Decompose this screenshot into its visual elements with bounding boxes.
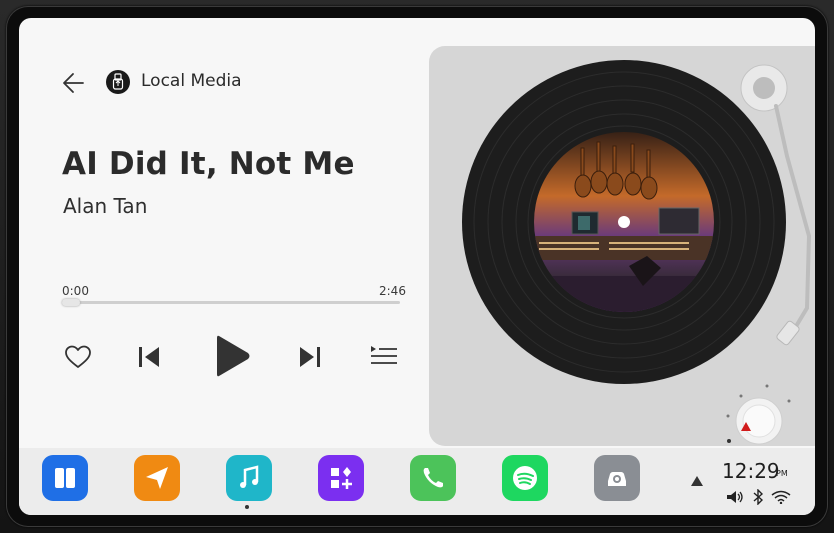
screen: Local Media AI Did It, Not Me Alan Tan 0… [19, 18, 815, 515]
spotify-icon [513, 466, 537, 490]
navigation-app[interactable] [134, 455, 180, 501]
usb-icon [106, 70, 130, 94]
play-icon[interactable] [214, 332, 252, 380]
expand-up-icon[interactable] [690, 475, 704, 487]
music-app[interactable] [226, 455, 272, 501]
progress-thumb[interactable] [62, 299, 80, 306]
phone-icon [423, 468, 443, 488]
split-screen-icon [55, 468, 75, 488]
next-icon[interactable] [298, 344, 322, 370]
bluetooth-icon[interactable] [752, 489, 764, 505]
progress-bar[interactable] [62, 299, 400, 306]
playlist-icon[interactable] [369, 344, 399, 370]
wifi-icon[interactable] [771, 490, 791, 504]
source-label[interactable]: Local Media [141, 71, 242, 91]
car-settings-app[interactable] [594, 455, 640, 501]
duration-time: 2:46 [379, 284, 406, 298]
active-app-indicator [245, 505, 249, 509]
phone-app[interactable] [410, 455, 456, 501]
spotify-app[interactable] [502, 455, 548, 501]
turntable-panel [429, 46, 815, 446]
clock-ampm: PM [776, 469, 788, 478]
music-note-icon [240, 465, 259, 488]
track-artist: Alan Tan [63, 194, 148, 218]
heart-icon[interactable] [64, 344, 92, 370]
split-screen-app[interactable] [42, 455, 88, 501]
apps-grid-icon [331, 467, 352, 489]
back-arrow-icon[interactable] [61, 70, 87, 96]
car-settings-icon [608, 472, 626, 486]
elapsed-time: 0:00 [62, 284, 89, 298]
previous-icon[interactable] [137, 344, 161, 370]
navigation-icon [146, 467, 168, 489]
track-title: AI Did It, Not Me [62, 146, 355, 182]
apps-grid-app[interactable] [318, 455, 364, 501]
volume-knob[interactable] [726, 384, 791, 445]
clock-time: 12:29 [722, 459, 780, 483]
volume-icon[interactable] [726, 490, 744, 504]
